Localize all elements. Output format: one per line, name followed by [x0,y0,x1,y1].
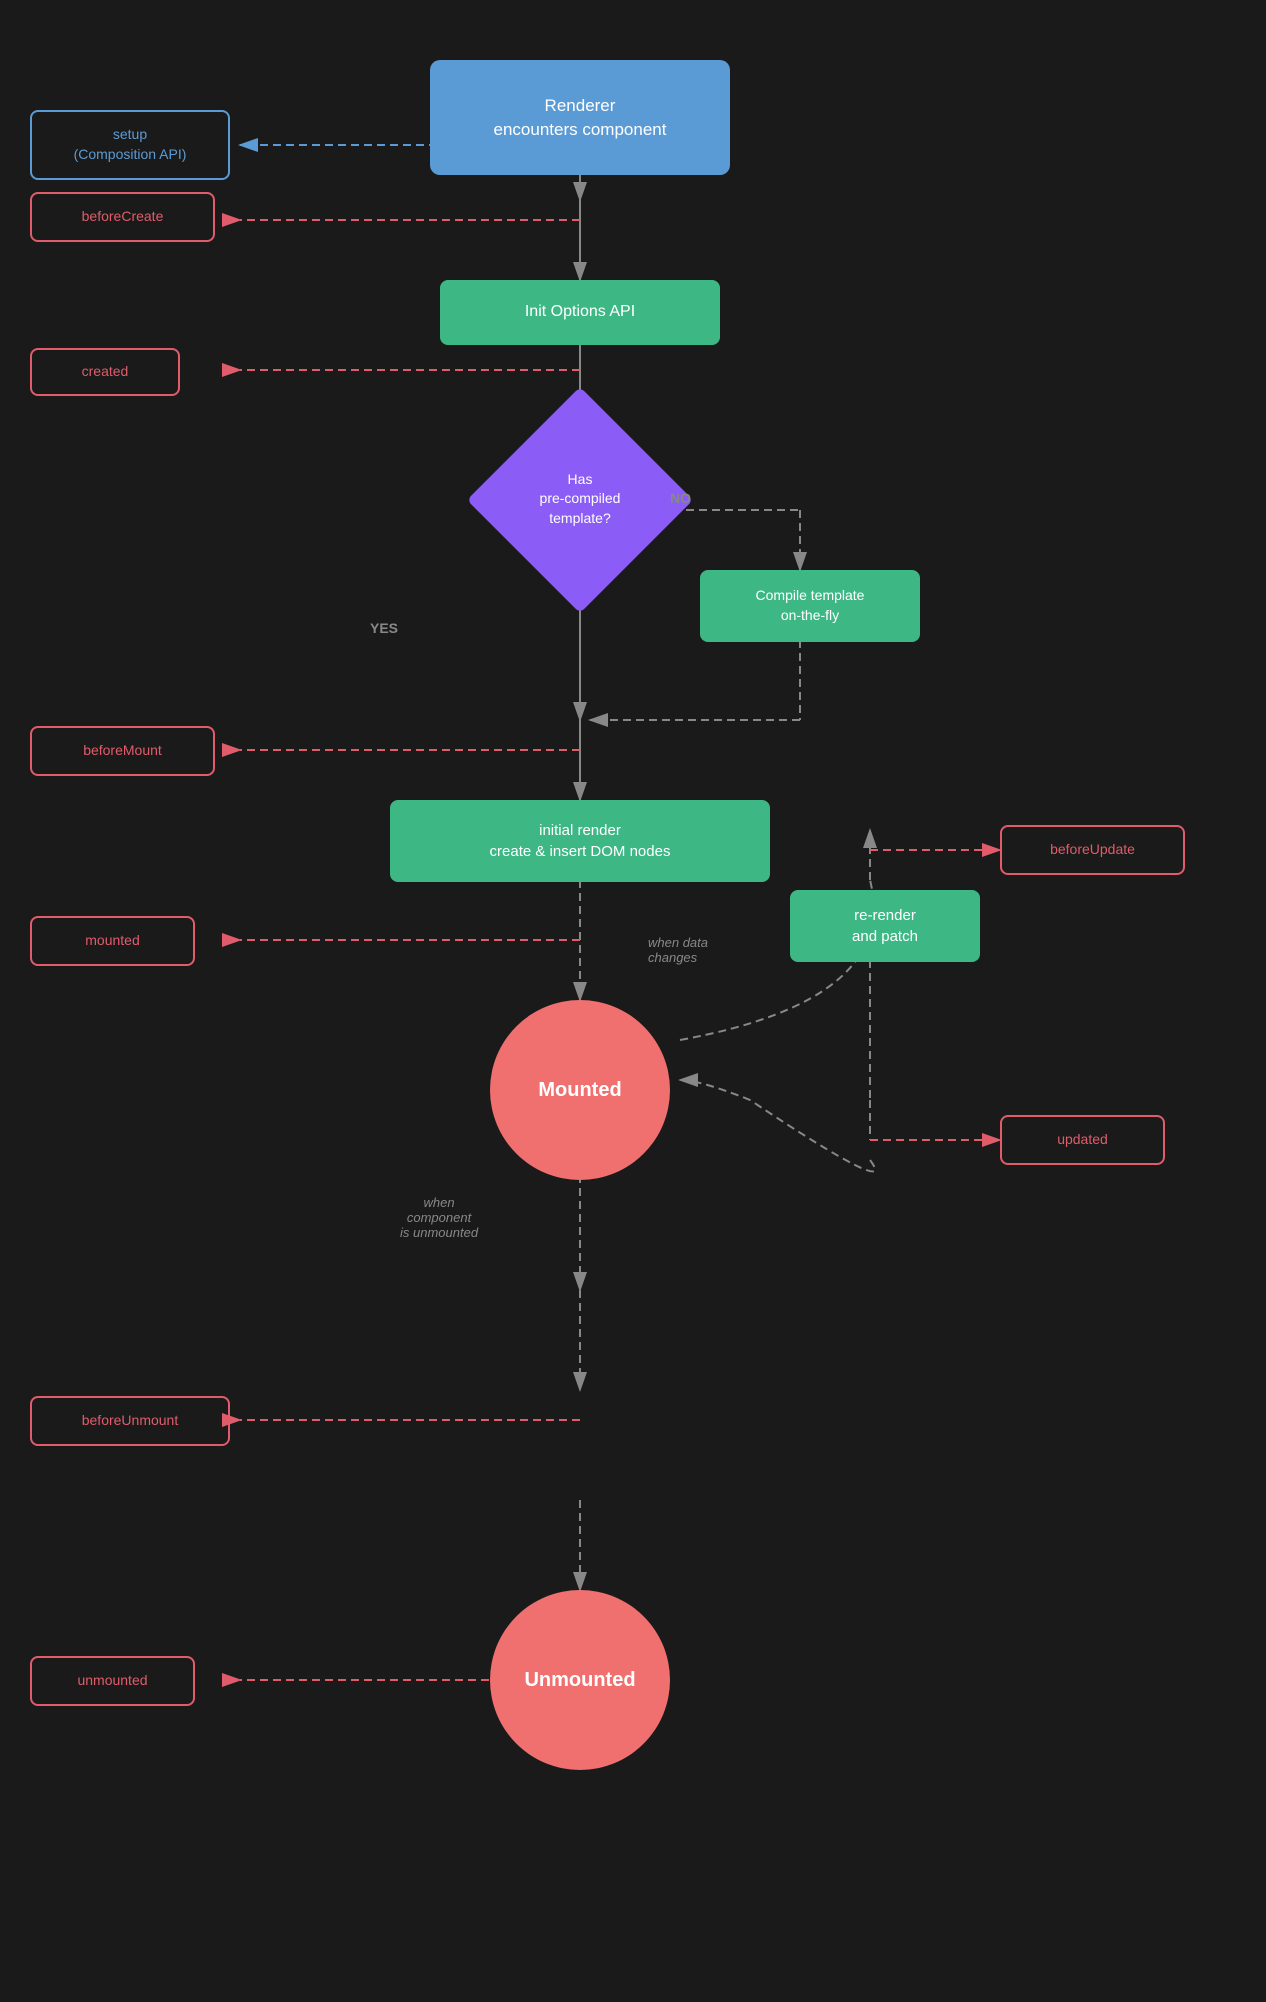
before-unmount-box: beforeUnmount [30,1396,230,1446]
unmounted-label-box: unmounted [30,1656,195,1706]
renderer-box: Rendererencounters component [430,60,730,175]
when-data-changes-label: when datachanges [648,935,708,965]
before-create-box: beforeCreate [30,192,215,242]
mounted-circle: Mounted [490,1000,670,1180]
no-label: NO [670,490,691,506]
diagram-container: Rendererencounters component setup(Compo… [0,0,1266,2002]
created-box: created [30,348,180,396]
when-unmounted-label: whencomponentis unmounted [400,1195,478,1240]
before-mount-box: beforeMount [30,726,215,776]
rerender-box: re-renderand patch [790,890,980,962]
init-options-box: Init Options API [440,280,720,345]
compile-template-box: Compile templateon-the-fly [700,570,920,642]
setup-box: setup(Composition API) [30,110,230,180]
unmounted-circle: Unmounted [490,1590,670,1770]
diamond-text: Haspre-compiledtemplate? [496,415,664,583]
mounted-label-box: mounted [30,916,195,966]
initial-render-box: initial rendercreate & insert DOM nodes [390,800,770,882]
updated-box: updated [1000,1115,1165,1165]
before-update-box: beforeUpdate [1000,825,1185,875]
yes-label: YES [370,620,398,636]
